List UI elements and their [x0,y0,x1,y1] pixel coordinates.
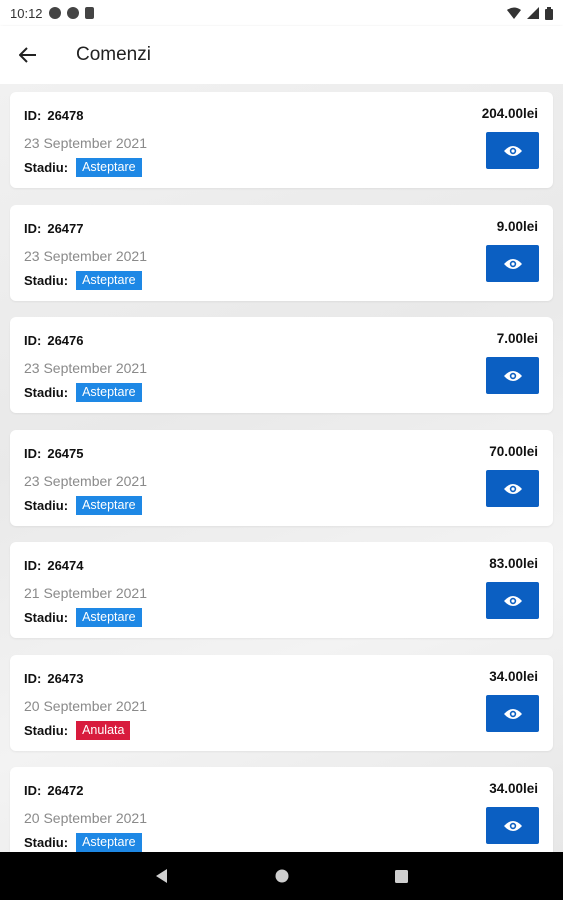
eye-icon [503,820,522,831]
eye-icon [503,595,522,606]
order-status: Stadiu: Asteptare [24,833,142,852]
eye-icon [503,258,522,269]
order-id-value: 26478 [47,108,84,123]
view-order-button[interactable] [486,357,539,394]
view-order-button[interactable] [486,132,539,169]
order-id: ID: 26478 [24,108,84,123]
order-price: 9.00lei [496,219,538,234]
order-date: 23 September 2021 [24,473,147,489]
status-badge: Asteptare [76,833,142,852]
view-order-button[interactable] [486,582,539,619]
nav-back-button[interactable] [102,852,222,900]
circle-home-icon [275,869,288,883]
order-card: ID: 26472 20 September 2021 Stadiu: Astept… [10,767,553,852]
order-id-value: 26474 [47,558,84,573]
order-price: 34.00lei [489,781,538,796]
order-status: Stadiu: Asteptare [24,158,142,177]
status-bar: 10:12 [0,0,563,26]
order-id: ID: 26472 [24,783,84,798]
order-card: ID: 26477 23 September 2021 Stadiu: Astept… [10,205,553,301]
order-date: 23 September 2021 [24,135,147,151]
order-id-label: ID: [24,671,42,686]
view-order-button[interactable] [486,470,539,507]
status-time: 10:12 [10,5,43,21]
order-status: Stadiu: Asteptare [24,271,142,290]
order-id-label: ID: [24,446,42,461]
orders-list[interactable]: ID: 26478 23 September 2021 Stadiu: Astept… [0,84,563,852]
status-badge: Asteptare [76,608,142,627]
status-label: Stadiu: [24,610,69,625]
order-card: ID: 26473 20 September 2021 Stadiu: Anulat… [10,655,553,751]
wifi-icon [507,7,521,19]
order-id-value: 26476 [47,333,84,348]
battery-icon [545,6,553,20]
status-badge: Asteptare [76,158,142,177]
order-id: ID: 26476 [24,333,84,348]
order-card: ID: 26478 23 September 2021 Stadiu: Astept… [10,92,553,188]
page-title: Comenzi [76,44,151,65]
order-status: Stadiu: Asteptare [24,383,142,402]
notification-icon [48,7,61,19]
nav-recents-button[interactable] [342,852,462,900]
square-recents-icon [395,869,408,883]
order-status: Stadiu: Asteptare [24,608,142,627]
sync-icon [66,7,79,19]
order-card: ID: 26475 23 September 2021 Stadiu: Astept… [10,430,553,526]
order-status: Stadiu: Asteptare [24,496,142,515]
order-id-value: 26475 [47,446,84,461]
triangle-back-icon [155,869,167,883]
view-order-button[interactable] [486,807,539,844]
status-label: Stadiu: [24,160,69,175]
order-id: ID: 26475 [24,446,84,461]
order-id-label: ID: [24,221,42,236]
order-id: ID: 26473 [24,671,84,686]
order-card: ID: 26476 23 September 2021 Stadiu: Astept… [10,317,553,413]
order-id-label: ID: [24,558,42,573]
order-id-value: 26473 [47,671,84,686]
order-date: 20 September 2021 [24,698,147,714]
order-id-value: 26472 [47,783,84,798]
status-label: Stadiu: [24,723,69,738]
order-id-label: ID: [24,108,42,123]
order-price: 7.00lei [496,331,538,346]
status-label: Stadiu: [24,273,69,288]
order-card: ID: 26474 21 September 2021 Stadiu: Astept… [10,542,553,638]
status-label: Stadiu: [24,385,69,400]
eye-icon [503,483,522,494]
eye-icon [503,145,522,156]
back-button[interactable] [0,27,56,83]
order-date: 23 September 2021 [24,248,147,264]
status-label: Stadiu: [24,835,69,850]
status-badge: Asteptare [76,383,142,402]
order-date: 20 September 2021 [24,810,147,826]
eye-icon [503,708,522,719]
nav-home-button[interactable] [222,852,342,900]
order-date: 21 September 2021 [24,585,147,601]
order-date: 23 September 2021 [24,360,147,376]
order-status: Stadiu: Anulata [24,721,131,740]
status-badge: Anulata [76,721,131,740]
order-id: ID: 26477 [24,221,84,236]
signal-icon [527,7,539,19]
status-badge: Asteptare [76,496,142,515]
sd-card-icon [84,7,94,19]
order-price: 204.00lei [481,106,538,121]
order-id-value: 26477 [47,221,84,236]
view-order-button[interactable] [486,245,539,282]
status-label: Stadiu: [24,498,69,513]
order-price: 70.00lei [489,444,538,459]
system-nav-bar [0,852,563,900]
eye-icon [503,370,522,381]
order-id: ID: 26474 [24,558,84,573]
status-badge: Asteptare [76,271,142,290]
order-price: 34.00lei [489,669,538,684]
view-order-button[interactable] [486,695,539,732]
order-id-label: ID: [24,783,42,798]
order-id-label: ID: [24,333,42,348]
app-bar: Comenzi [0,26,563,84]
arrow-left-icon [19,47,36,63]
order-price: 83.00lei [489,556,538,571]
